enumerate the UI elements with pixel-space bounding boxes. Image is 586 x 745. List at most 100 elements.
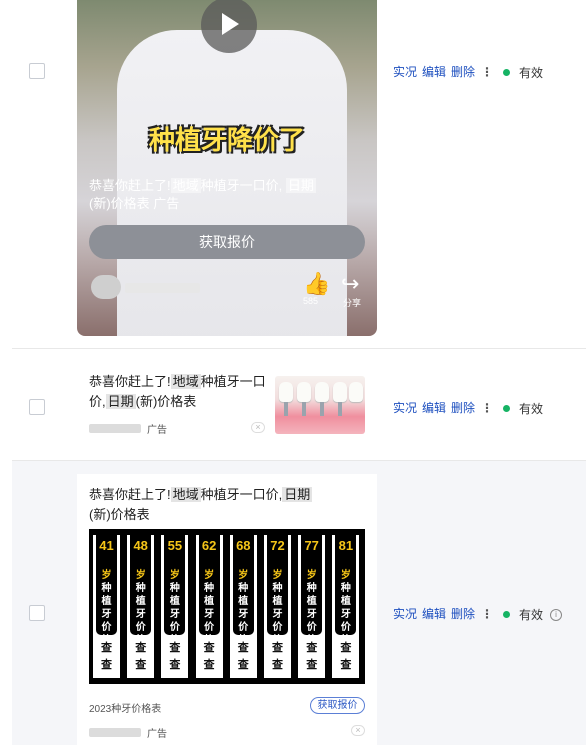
row-checkbox[interactable]: [29, 605, 45, 621]
region-tag: 地域: [170, 178, 201, 193]
key-char: 种: [135, 583, 146, 594]
ad-label: 广告: [147, 425, 167, 436]
age-label: 41: [99, 538, 114, 553]
piano-key: 55 岁种植牙价格查查: [159, 529, 191, 684]
age-unit: 岁: [204, 570, 215, 581]
form-title: 2023种牙价格表: [89, 704, 162, 715]
status: 有效: [503, 400, 543, 417]
avatar: [91, 275, 121, 299]
query-char: 查: [272, 659, 283, 671]
account-name-blurred: [89, 424, 141, 433]
query-char: 查: [169, 659, 181, 671]
like-count: 585: [303, 296, 319, 306]
key-char: 植: [272, 596, 283, 607]
query-char: 查: [135, 642, 147, 654]
key-char: 价: [101, 622, 112, 633]
ad-meta: 广告: [89, 725, 167, 740]
query-char: 查: [306, 659, 318, 671]
key-char: 价: [306, 622, 317, 633]
key-char: 植: [204, 596, 215, 607]
age-unit: 岁: [238, 570, 249, 581]
more-menu-icon[interactable]: ⋮: [481, 65, 493, 79]
delete-link[interactable]: 删除: [451, 605, 475, 622]
status-dot-icon: [503, 69, 510, 76]
key-char: 价: [204, 622, 215, 633]
ad-title: 恭喜你赶上了! 地域 种植牙一口价, 日期 (新)价格表: [89, 374, 266, 409]
live-link[interactable]: 实况: [393, 399, 417, 416]
key-char: 牙: [135, 609, 146, 620]
query-char: 查: [203, 642, 215, 654]
info-icon[interactable]: i: [550, 608, 563, 621]
implant-shape: [302, 402, 306, 416]
age-unit: 岁: [135, 570, 146, 581]
live-link[interactable]: 实况: [393, 605, 417, 622]
age-label: 68: [236, 538, 251, 553]
get-quote-button[interactable]: 获取报价: [89, 225, 365, 259]
row-checkbox[interactable]: [29, 399, 45, 415]
status-dot-icon: [503, 405, 510, 412]
more-menu-icon[interactable]: ⋮: [481, 607, 493, 621]
key-char: 植: [238, 596, 249, 607]
key-text: 岁种植牙价格: [296, 569, 327, 647]
key-char: 植: [135, 596, 146, 607]
key-char: 种: [204, 583, 215, 594]
share-label: 分享: [343, 298, 362, 308]
key-text: 岁种植牙价格: [228, 569, 259, 647]
edit-link[interactable]: 编辑: [422, 605, 446, 622]
video-preview[interactable]: 种植牙降价了 恭喜你赶上了! 地域 种植牙一口价, 日期 (新)价格表 广告 获取报…: [77, 0, 377, 336]
ad-meta: 广告: [89, 421, 167, 436]
region-tag: 地域: [170, 487, 201, 502]
ad-label: 广告: [147, 729, 167, 740]
query-char: 查: [272, 642, 283, 654]
piano-key: 68 岁种植牙价格查查: [227, 529, 259, 684]
key-char: 种: [169, 583, 180, 594]
delete-link[interactable]: 删除: [451, 399, 475, 416]
get-quote-button[interactable]: 获取报价: [310, 697, 365, 714]
date-tag: 日期: [282, 487, 313, 502]
play-icon: [222, 13, 239, 35]
row-actions: 实况 编辑 删除 ⋮: [393, 399, 493, 416]
piano-key: 81 岁种植牙价格查查: [330, 529, 362, 684]
query-char: 查: [203, 659, 215, 671]
key-char: 植: [306, 596, 317, 607]
age-label: 48: [133, 538, 148, 553]
query-char: 查: [340, 642, 352, 654]
ad-title: 恭喜你赶上了! 地域 种植牙一口价, 日期 (新)价格表: [89, 487, 313, 522]
edit-link[interactable]: 编辑: [422, 399, 446, 416]
status: 有效: [503, 64, 543, 81]
row-checkbox[interactable]: [29, 63, 45, 79]
video-caption: 恭喜你赶上了! 地域 种植牙一口价, 日期 (新)价格表 广告: [89, 178, 316, 211]
key-char: 种: [340, 583, 351, 594]
query-text: 查查: [228, 640, 259, 674]
key-char: 牙: [238, 609, 249, 620]
age-label: 77: [304, 538, 319, 553]
query-text: 查查: [296, 640, 327, 674]
key-char: 牙: [306, 609, 317, 620]
query-char: 查: [135, 659, 147, 671]
account-name-blurred: [125, 283, 200, 293]
ad-row-1: 种植牙降价了 恭喜你赶上了! 地域 种植牙一口价, 日期 (新)价格表 广告 获取报…: [0, 0, 586, 348]
delete-link[interactable]: 删除: [451, 63, 475, 80]
like-icon[interactable]: 👍: [303, 271, 330, 297]
piano-key: 48 岁种植牙价格查查: [125, 529, 157, 684]
key-char: 价: [272, 622, 283, 633]
region-tag: 地域: [170, 374, 201, 389]
age-unit: 岁: [340, 570, 351, 581]
key-char: 牙: [340, 609, 351, 620]
piano-key: 41 岁种植牙价格查查: [91, 529, 122, 684]
close-icon[interactable]: ×: [351, 725, 365, 736]
close-icon[interactable]: ×: [251, 422, 265, 433]
more-menu-icon[interactable]: ⋮: [481, 401, 493, 415]
live-link[interactable]: 实况: [393, 63, 417, 80]
piano-key: 62 岁种植牙价格查查: [193, 529, 225, 684]
tooth-shape: [297, 382, 311, 402]
status: 有效 i: [503, 606, 563, 623]
status-text: 有效: [519, 66, 544, 80]
share-icon[interactable]: ↪: [341, 271, 359, 297]
edit-link[interactable]: 编辑: [422, 63, 446, 80]
query-text: 查查: [159, 640, 190, 674]
key-char: 种: [101, 583, 112, 594]
key-char: 价: [135, 622, 146, 633]
row-actions: 实况 编辑 删除 ⋮: [393, 605, 493, 622]
key-text: 岁种植牙价格: [159, 569, 190, 647]
